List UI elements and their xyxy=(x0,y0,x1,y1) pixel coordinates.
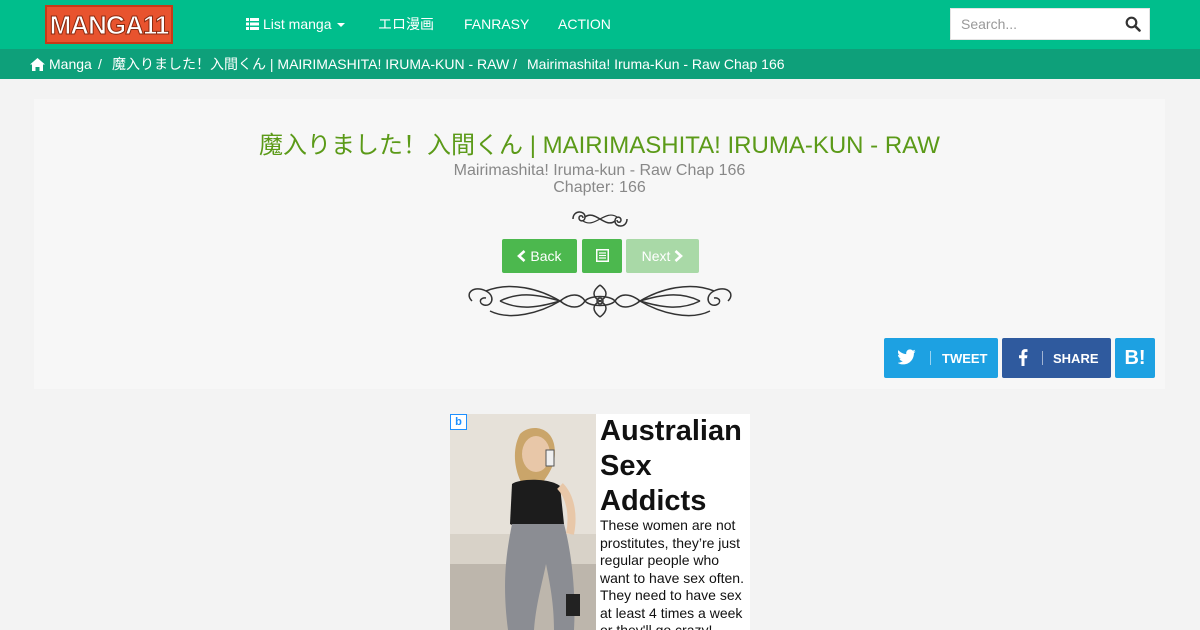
facebook-share-button[interactable]: SHARE xyxy=(1002,338,1111,378)
search-form xyxy=(950,8,1150,40)
list-alt-icon xyxy=(595,249,609,262)
hatena-bookmark-icon: B! xyxy=(1124,347,1146,369)
series-title[interactable]: 魔入りました！入間くん | MAIRIMASHITA! IRUMA-KUN - … xyxy=(34,125,1165,160)
tweet-button[interactable]: TWEET xyxy=(884,338,998,378)
search-icon[interactable] xyxy=(1125,16,1141,32)
breadcrumb-manga[interactable]: Manga xyxy=(30,49,92,79)
search-input[interactable] xyxy=(951,9,1119,39)
breadcrumb-chapter: Mairimashita! Iruma-Kun - Raw Chap 166 xyxy=(527,56,785,72)
breadcrumb-series[interactable]: 魔入りました！入間くん | MAIRIMASHITA! IRUMA-KUN - … xyxy=(112,49,509,79)
breadcrumb: Manga / 魔入りました！入間くん | MAIRIMASHITA! IRUM… xyxy=(0,49,1200,79)
tweet-label: TWEET xyxy=(942,351,988,366)
ad-body-text: These women are not prostitutes, they’re… xyxy=(600,517,744,630)
hatena-bookmark-button[interactable]: B! xyxy=(1115,338,1155,378)
share-label: SHARE xyxy=(1053,351,1099,366)
chevron-left-icon xyxy=(517,250,526,262)
nav-ero-manga[interactable]: エロ漫画 xyxy=(378,0,434,49)
next-button-label: Next xyxy=(641,248,671,264)
chapter-subtitle: Mairimashita! Iruma-kun - Raw Chap 166 xyxy=(453,162,746,179)
nav-list-manga-label: List manga xyxy=(263,16,332,32)
advertisement-banner[interactable]: b Australian Sex Addicts These women are… xyxy=(450,414,750,630)
list-icon xyxy=(246,18,259,30)
breadcrumb-manga-label: Manga xyxy=(49,56,92,72)
next-button[interactable]: Next xyxy=(626,239,699,273)
logo-wordmark: MANGA11 xyxy=(49,10,170,41)
ornamental-scroll-icon xyxy=(468,284,732,318)
share-divider xyxy=(1042,351,1043,365)
chapter-number: Chapter: 166 xyxy=(553,179,646,196)
ad-choices-badge[interactable]: b xyxy=(450,414,467,430)
chevron-right-icon xyxy=(674,250,684,262)
top-navbar: MANGA11 List manga エロ漫画 FANRASY ACTION xyxy=(0,0,1200,49)
nav-fanrasy[interactable]: FANRASY xyxy=(464,0,529,49)
home-icon xyxy=(30,58,45,71)
breadcrumb-separator: / xyxy=(513,56,517,72)
ad-photo xyxy=(450,414,596,630)
share-divider xyxy=(930,351,931,365)
breadcrumb-separator: / xyxy=(98,56,102,72)
flourish-divider-icon xyxy=(572,211,628,227)
back-button-label: Back xyxy=(530,248,562,264)
site-logo[interactable]: MANGA11 xyxy=(45,5,173,44)
svg-text:MANGA11: MANGA11 xyxy=(50,10,169,40)
nav-list-manga[interactable]: List manga xyxy=(246,0,346,49)
chapter-list-button[interactable] xyxy=(582,239,622,273)
chapter-panel: 魔入りました！入間くん | MAIRIMASHITA! IRUMA-KUN - … xyxy=(34,99,1165,389)
twitter-icon xyxy=(898,349,916,365)
nav-action[interactable]: ACTION xyxy=(558,0,611,49)
caret-down-icon xyxy=(337,23,346,27)
back-button[interactable]: Back xyxy=(502,239,577,273)
facebook-icon xyxy=(1019,349,1028,366)
ad-headline: Australian Sex Addicts xyxy=(600,415,742,517)
